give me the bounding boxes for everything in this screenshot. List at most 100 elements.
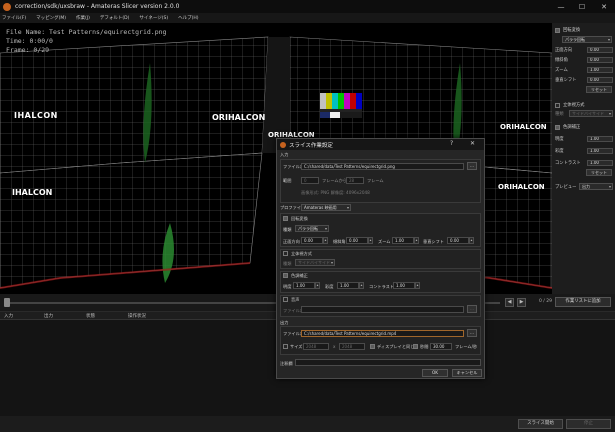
reset-color-button[interactable]: リセット — [586, 169, 612, 176]
menu-job[interactable]: 作業(J) — [76, 15, 90, 21]
reset-orientation-button[interactable]: リセット — [586, 86, 612, 93]
dlg-contrast-field[interactable]: 1.00 — [393, 282, 415, 289]
brightness-field[interactable]: 1.00 — [587, 135, 613, 142]
dlg-tilt-label: 傾斜角 — [333, 239, 346, 244]
size-checkbox[interactable] — [283, 344, 288, 349]
dlg-front-spin-icon[interactable]: ▴ — [323, 237, 328, 244]
notes-field[interactable] — [295, 359, 481, 366]
stereo-checkbox[interactable] — [555, 102, 560, 108]
orientation-checkbox[interactable] — [555, 27, 560, 33]
column-status[interactable]: 状態 — [86, 313, 95, 319]
menu-mapping[interactable]: マッピング(M) — [36, 15, 66, 21]
dlg-stereo-checkbox[interactable] — [283, 251, 288, 256]
display-same-checkbox[interactable] — [370, 344, 375, 349]
dlg-color-checkbox[interactable] — [283, 273, 288, 278]
brand-logo-text: IHALCON — [14, 111, 58, 120]
dlg-contrast-spin-icon[interactable]: ▴ — [415, 282, 420, 289]
dlg-front-field[interactable]: 0.00 — [301, 237, 323, 244]
slice-job-settings-dialog: スライス作業設定 ? ✕ 入力 ファイル名 C:/shared/data/Tes… — [276, 138, 485, 379]
range-from-field[interactable]: 0 — [301, 177, 319, 184]
color-section[interactable]: 色調補正 — [555, 124, 580, 130]
fps-unit-label: フレーム/秒 — [455, 344, 478, 349]
dlg-saturation-field[interactable]: 1.00 — [337, 282, 359, 289]
vertical-shift-field[interactable]: 0.00 — [587, 76, 613, 83]
preview-select[interactable]: 出力 — [579, 183, 613, 190]
maximize-button[interactable]: ☐ — [571, 0, 593, 13]
dlg-brightness-spin-icon[interactable]: ▴ — [315, 282, 320, 289]
fps-checkbox[interactable] — [413, 344, 418, 349]
cancel-button[interactable]: キャンセル — [452, 369, 482, 377]
rp-row-vshift: 垂直シフト 0.00 — [555, 76, 613, 83]
output-file-field[interactable]: C:/shared/data/Test Patterns/equirectgri… — [301, 330, 464, 337]
stop-button[interactable]: 停止 — [566, 419, 611, 429]
input-browse-button[interactable]: … — [467, 162, 477, 170]
input-file-field[interactable]: C:/shared/data/Test Patterns/equirectgri… — [301, 163, 464, 170]
dlg-tilt-field[interactable]: 0.00 — [346, 237, 368, 244]
dlg-audio-browse-button[interactable]: … — [467, 305, 477, 313]
dlg-brightness-field[interactable]: 1.00 — [293, 282, 315, 289]
timeline-slider-handle[interactable] — [4, 298, 10, 307]
stereo-section[interactable]: 立体視方式 — [555, 102, 584, 108]
rp-row-preview: プレビュー 出力 — [555, 183, 613, 190]
dlg-color-label: 色調補正 — [291, 273, 308, 278]
dlg-stereo-label: 立体視方式 — [291, 251, 312, 256]
size-height-field[interactable]: 2048 — [339, 343, 365, 350]
profile-select[interactable]: Amateras 映画用 — [301, 204, 351, 211]
dlg-audio-file-field[interactable] — [301, 306, 464, 313]
dlg-audio-checkbox[interactable] — [283, 297, 288, 302]
prev-frame-icon[interactable]: ◀ — [505, 298, 514, 307]
dlg-vshift-spin-icon[interactable]: ▴ — [469, 237, 474, 244]
ok-button[interactable]: OK — [422, 369, 448, 377]
dlg-tilt-spin-icon[interactable]: ▴ — [368, 237, 373, 244]
orientation-section[interactable]: 回転変換 — [555, 27, 580, 33]
saturation-field[interactable]: 1.00 — [587, 147, 613, 154]
column-progress[interactable]: 操作状況 — [128, 313, 146, 319]
rp-row-saturation: 彩度 1.00 — [555, 147, 613, 154]
fps-field[interactable]: 30.00 — [430, 343, 452, 350]
dialog-close-icon[interactable]: ✕ — [470, 140, 475, 147]
add-to-job-list-button[interactable]: 作業リストに追加 — [555, 297, 611, 307]
menu-help[interactable]: ヘルプ(H) — [178, 15, 198, 21]
next-frame-icon[interactable]: ▶ — [517, 298, 526, 307]
dlg-zoom-spin-icon[interactable]: ▴ — [414, 237, 419, 244]
dlg-zoom-label: ズーム — [378, 239, 391, 244]
dlg-stereo-type-label: 種類 — [283, 261, 292, 266]
brand-logo-text-right: ORIHALCON — [500, 123, 547, 131]
close-button[interactable]: ✕ — [593, 0, 615, 13]
dlg-stereo-type-select[interactable]: サイドバイサイド — [295, 259, 335, 266]
menu-file[interactable]: ファイル(F) — [2, 15, 26, 21]
dlg-vshift-field[interactable]: 0.00 — [447, 237, 469, 244]
dlg-orientation-checkbox[interactable] — [283, 216, 288, 221]
menu-signage[interactable]: サイネージ(S) — [139, 15, 168, 21]
help-icon[interactable]: ? — [450, 140, 453, 147]
size-label: サイズ — [290, 344, 303, 349]
minimize-button[interactable]: — — [550, 0, 572, 13]
range-to-field[interactable]: 28 — [346, 177, 364, 184]
dialog-title: スライス作業設定 — [289, 142, 333, 149]
contrast-field[interactable]: 1.00 — [587, 159, 613, 166]
front-direction-field[interactable]: 0.00 — [587, 46, 613, 53]
dlg-orient-type-label: 種類 — [283, 227, 292, 232]
column-output[interactable]: 出力 — [44, 313, 53, 319]
color-correction-checkbox[interactable] — [555, 124, 560, 130]
dlg-saturation-spin-icon[interactable]: ▴ — [359, 282, 364, 289]
dlg-orient-type-select[interactable]: パララ回転 — [295, 225, 329, 232]
orientation-mode-select[interactable]: パララ回転 — [562, 36, 612, 43]
menu-default[interactable]: デフォルト(D) — [100, 15, 129, 21]
tilt-field[interactable]: 0.00 — [587, 56, 613, 63]
dlg-zoom-field[interactable]: 1.00 — [392, 237, 414, 244]
dlg-vshift-label: 垂直シフト — [423, 239, 444, 244]
size-width-field[interactable]: 2048 — [303, 343, 329, 350]
overlay-file-name: File Name: Test Patterns/equirectgrid.pn… — [6, 28, 167, 36]
fps-label: 秒間 — [420, 344, 429, 349]
dlg-saturation-label: 彩度 — [325, 284, 334, 289]
start-slice-button[interactable]: スライス開始 — [518, 419, 563, 429]
stereo-mode-select[interactable]: サイドバイサイド — [569, 110, 613, 117]
brand-logo-text-lower: IHALCON — [12, 188, 53, 197]
zoom-field[interactable]: 1.00 — [587, 66, 613, 73]
rp-row-zoom: ズーム 1.00 — [555, 66, 613, 73]
frame-counter: 0 / 29 — [539, 299, 552, 304]
column-input[interactable]: 入力 — [4, 313, 13, 319]
output-browse-button[interactable]: … — [467, 329, 477, 337]
rp-row-tilt: 傾斜角 0.00 — [555, 56, 613, 63]
